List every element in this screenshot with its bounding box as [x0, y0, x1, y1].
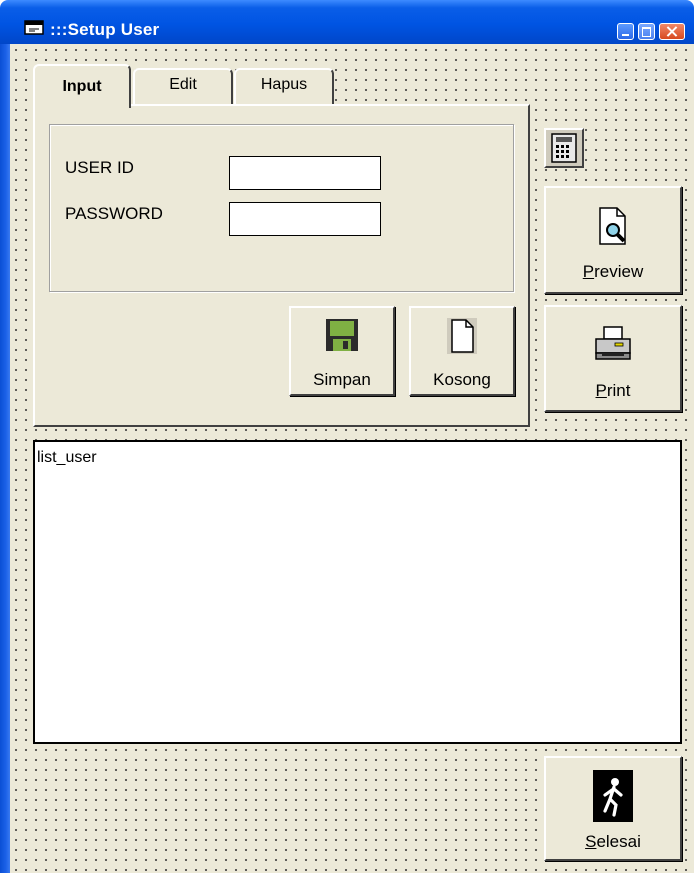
minimize-icon[interactable]: [617, 23, 634, 40]
tab-panel-input: USER ID PASSWORD Simpan Kosong: [33, 104, 530, 427]
password-field[interactable]: [229, 202, 381, 236]
selesai-label: Selesai: [585, 832, 641, 851]
print-button[interactable]: Print: [544, 305, 682, 412]
window-icon: [24, 20, 44, 35]
simpan-label: Simpan: [313, 370, 371, 389]
tab-hapus-label: Hapus: [260, 76, 308, 93]
window-title: :::Setup User: [50, 20, 160, 39]
maximize-icon[interactable]: [638, 23, 655, 40]
simpan-button[interactable]: Simpan: [289, 306, 395, 396]
calculator-icon: [551, 133, 577, 163]
setup-user-window: :::Setup User Edit Hapus Input USER ID P…: [0, 0, 694, 873]
preview-button[interactable]: Preview: [544, 186, 682, 294]
kosong-button[interactable]: Kosong: [409, 306, 515, 396]
tab-input-label: Input: [62, 78, 102, 95]
window-left-border: [0, 44, 10, 873]
tab-edit-label: Edit: [169, 76, 197, 93]
preview-label: Preview: [582, 262, 644, 281]
print-preview-icon: [599, 207, 626, 245]
print-label: Print: [595, 381, 631, 400]
tab-input[interactable]: Input: [33, 64, 131, 108]
user-id-label: USER ID: [65, 158, 134, 177]
title-bar[interactable]: :::Setup User: [0, 0, 694, 44]
close-icon[interactable]: [659, 23, 685, 40]
list-user-text: list_user: [37, 449, 97, 466]
selesai-button[interactable]: Selesai: [544, 756, 682, 861]
calculator-button[interactable]: [544, 128, 584, 168]
tab-edit[interactable]: Edit: [133, 68, 233, 104]
user-id-field[interactable]: [229, 156, 381, 190]
exit-walking-man-icon: [593, 770, 633, 822]
blank-document-icon: [447, 318, 477, 354]
kosong-label: Kosong: [433, 370, 491, 389]
tab-hapus[interactable]: Hapus: [234, 68, 334, 104]
password-label: PASSWORD: [65, 204, 163, 223]
printer-icon: [595, 326, 631, 360]
user-list[interactable]: list_user: [33, 440, 682, 744]
floppy-disk-icon: [326, 319, 358, 351]
